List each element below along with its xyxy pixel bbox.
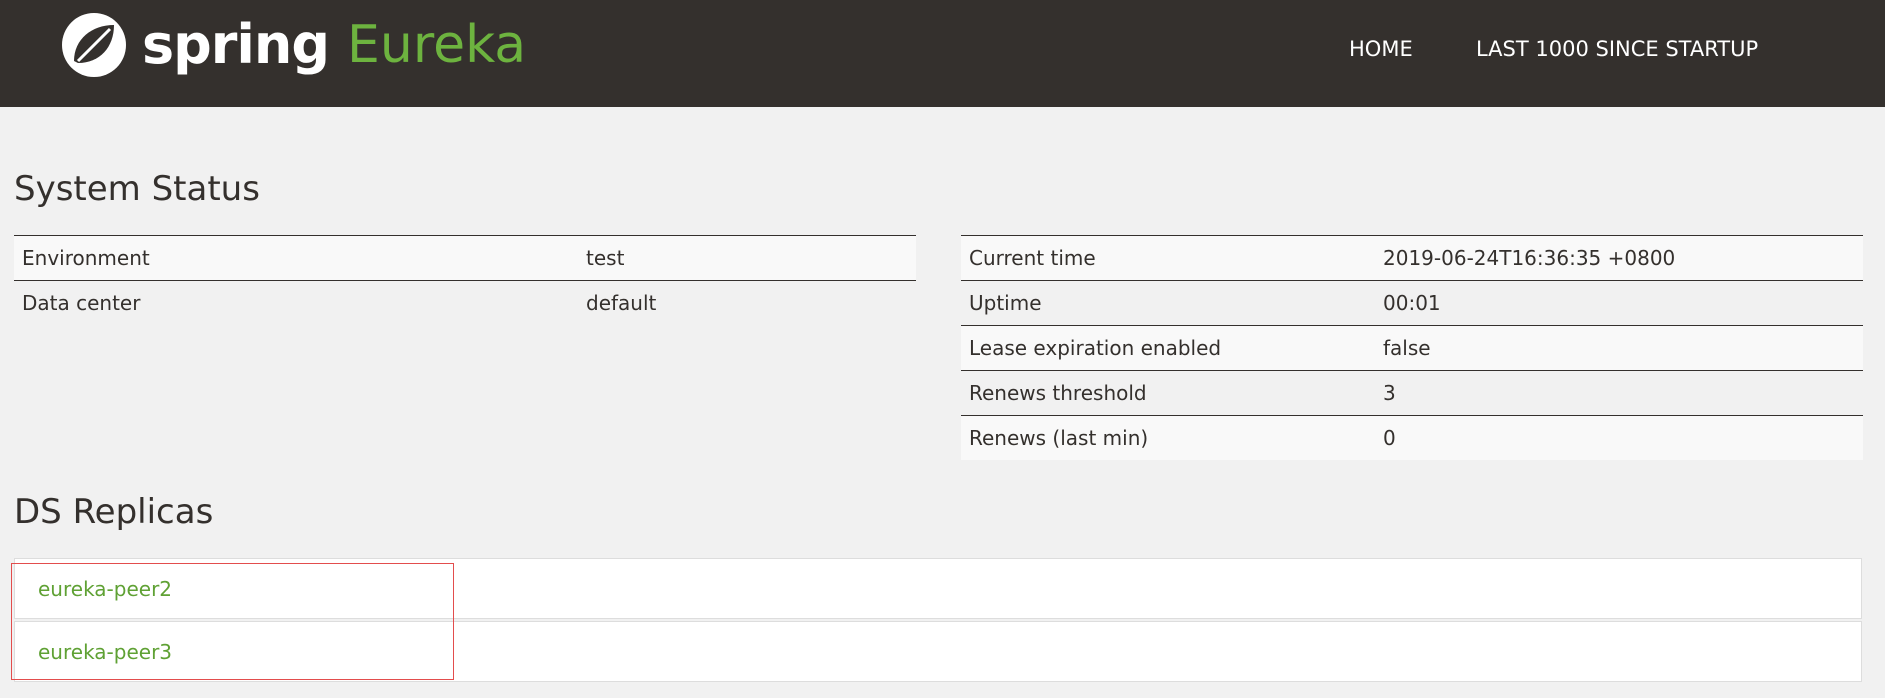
replica-link-eureka-peer3[interactable]: eureka-peer3 <box>38 640 172 664</box>
replica-link-eureka-peer2[interactable]: eureka-peer2 <box>38 577 172 601</box>
system-status-right-table: Current time 2019-06-24T16:36:35 +0800 U… <box>961 235 1863 460</box>
nav-home-link[interactable]: HOME <box>1349 37 1413 61</box>
row-key: Current time <box>961 235 1375 281</box>
row-value: 00:01 <box>1375 280 1863 326</box>
system-status-left-table: Environment test Data center default <box>14 235 916 325</box>
brand-spring-text: spring <box>142 13 330 76</box>
row-key: Lease expiration enabled <box>961 325 1375 371</box>
table-row: Data center default <box>14 280 916 325</box>
table-row: Current time 2019-06-24T16:36:35 +0800 <box>961 235 1863 281</box>
ds-replicas-list: eureka-peer2 eureka-peer3 <box>14 558 1862 684</box>
row-value: default <box>578 280 916 325</box>
row-key: Uptime <box>961 280 1375 326</box>
top-navbar: spring Eureka HOME LAST 1000 SINCE START… <box>0 0 1885 107</box>
brand-logo[interactable]: spring Eureka <box>60 10 526 80</box>
table-row: Renews threshold 3 <box>961 370 1863 416</box>
spring-leaf-icon <box>62 13 126 77</box>
row-key: Renews threshold <box>961 370 1375 416</box>
list-item: eureka-peer2 <box>14 558 1862 619</box>
row-value: false <box>1375 325 1863 371</box>
table-row: Lease expiration enabled false <box>961 325 1863 371</box>
list-item: eureka-peer3 <box>14 621 1862 682</box>
row-value: test <box>578 235 916 281</box>
brand-eureka-text: Eureka <box>347 15 527 75</box>
ds-replicas-heading: DS Replicas <box>14 492 214 532</box>
row-key: Environment <box>14 235 578 281</box>
system-status-heading: System Status <box>14 169 260 209</box>
row-value: 3 <box>1375 370 1863 416</box>
row-value: 0 <box>1375 415 1863 460</box>
nav-last-1000-link[interactable]: LAST 1000 SINCE STARTUP <box>1476 37 1758 61</box>
table-row: Environment test <box>14 235 916 281</box>
row-value: 2019-06-24T16:36:35 +0800 <box>1375 235 1863 281</box>
table-row: Renews (last min) 0 <box>961 415 1863 460</box>
row-key: Data center <box>14 280 578 325</box>
row-key: Renews (last min) <box>961 415 1375 460</box>
table-row: Uptime 00:01 <box>961 280 1863 326</box>
